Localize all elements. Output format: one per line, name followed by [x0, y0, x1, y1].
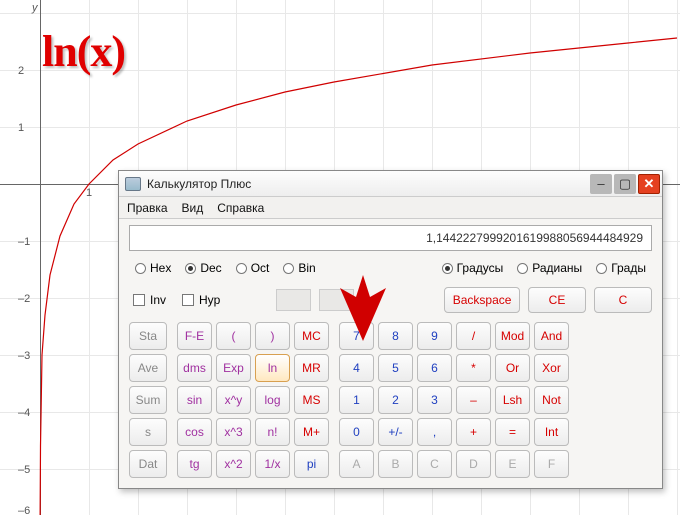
titlebar[interactable]: Калькулятор Плюс – ▢ ✕: [119, 171, 662, 197]
key-mplus[interactable]: M+: [294, 418, 329, 446]
key-4[interactable]: 4: [339, 354, 374, 382]
key-subtract[interactable]: –: [456, 386, 491, 414]
key-7[interactable]: 7: [339, 322, 374, 350]
key-log[interactable]: log: [255, 386, 290, 414]
key-rparen[interactable]: ): [255, 322, 290, 350]
radio-hex[interactable]: Hex: [129, 261, 177, 275]
radio-dec[interactable]: Dec: [179, 261, 227, 275]
minimize-button[interactable]: –: [590, 174, 612, 194]
key-6[interactable]: 6: [417, 354, 452, 382]
key-5[interactable]: 5: [378, 354, 413, 382]
memory-slot: [276, 289, 311, 311]
key-xor[interactable]: Xor: [534, 354, 569, 382]
key-ln[interactable]: ln: [255, 354, 290, 382]
stat-column: Sta Ave Sum s Dat: [129, 322, 167, 478]
options-row: Inv Hyp Backspace CE C: [129, 285, 652, 315]
paren-slot: [319, 289, 354, 311]
key-e[interactable]: E: [495, 450, 530, 478]
key-1[interactable]: 1: [339, 386, 374, 414]
key-sin[interactable]: sin: [177, 386, 212, 414]
window-title: Калькулятор Плюс: [147, 177, 590, 191]
menu-help[interactable]: Справка: [217, 201, 264, 215]
key-exp[interactable]: Exp: [216, 354, 251, 382]
key-nfact[interactable]: n!: [255, 418, 290, 446]
key-plusminus[interactable]: +/-: [378, 418, 413, 446]
chart-title: ln(x): [42, 26, 125, 77]
key-x2[interactable]: x^2: [216, 450, 251, 478]
maximize-button[interactable]: ▢: [614, 174, 636, 194]
key-ms[interactable]: MS: [294, 386, 329, 414]
key-d[interactable]: D: [456, 450, 491, 478]
key-2[interactable]: 2: [378, 386, 413, 414]
key-fe[interactable]: F-E: [177, 322, 212, 350]
key-add[interactable]: +: [456, 418, 491, 446]
check-hyp[interactable]: Hyp: [178, 293, 224, 307]
key-xy[interactable]: x^y: [216, 386, 251, 414]
key-multiply[interactable]: *: [456, 354, 491, 382]
key-sum[interactable]: Sum: [129, 386, 167, 414]
key-tg[interactable]: tg: [177, 450, 212, 478]
key-lsh[interactable]: Lsh: [495, 386, 530, 414]
key-and[interactable]: And: [534, 322, 569, 350]
app-icon: [125, 177, 141, 191]
key-pi[interactable]: pi: [294, 450, 329, 478]
key-mod[interactable]: Mod: [495, 322, 530, 350]
key-3[interactable]: 3: [417, 386, 452, 414]
radio-degrees[interactable]: Градусы: [436, 261, 510, 275]
key-mc[interactable]: MC: [294, 322, 329, 350]
ce-button[interactable]: CE: [528, 287, 586, 313]
key-int[interactable]: Int: [534, 418, 569, 446]
key-9[interactable]: 9: [417, 322, 452, 350]
radio-oct[interactable]: Oct: [230, 261, 276, 275]
key-comma[interactable]: ,: [417, 418, 452, 446]
number-system-row: Hex Dec Oct Bin Градусы Радианы Грады: [129, 256, 652, 280]
keypad: Sta Ave Sum s Dat F-E ( ) MC dms Exp ln: [129, 322, 652, 478]
key-c-hex[interactable]: C: [417, 450, 452, 478]
calculator-window: Калькулятор Плюс – ▢ ✕ Правка Вид Справк…: [118, 170, 663, 489]
menu-edit[interactable]: Правка: [127, 201, 168, 215]
key-sta[interactable]: Sta: [129, 322, 167, 350]
key-dat[interactable]: Dat: [129, 450, 167, 478]
close-button[interactable]: ✕: [638, 174, 660, 194]
sci-column: F-E ( ) MC dms Exp ln MR sin x^y log MS: [177, 322, 329, 478]
key-ave[interactable]: Ave: [129, 354, 167, 382]
key-not[interactable]: Not: [534, 386, 569, 414]
backspace-button[interactable]: Backspace: [444, 287, 520, 313]
key-equals[interactable]: =: [495, 418, 530, 446]
key-f[interactable]: F: [534, 450, 569, 478]
key-lparen[interactable]: (: [216, 322, 251, 350]
key-b[interactable]: B: [378, 450, 413, 478]
key-or[interactable]: Or: [495, 354, 530, 382]
c-button[interactable]: C: [594, 287, 652, 313]
radio-grads[interactable]: Грады: [590, 261, 652, 275]
key-dms[interactable]: dms: [177, 354, 212, 382]
key-mr[interactable]: MR: [294, 354, 329, 382]
key-divide[interactable]: /: [456, 322, 491, 350]
key-x3[interactable]: x^3: [216, 418, 251, 446]
key-8[interactable]: 8: [378, 322, 413, 350]
radio-bin[interactable]: Bin: [277, 261, 321, 275]
numeric-column: 7 8 9 / Mod And 4 5 6 * Or Xor 1 2: [339, 322, 569, 478]
menubar: Правка Вид Справка: [119, 197, 662, 219]
key-0[interactable]: 0: [339, 418, 374, 446]
key-1x[interactable]: 1/x: [255, 450, 290, 478]
menu-view[interactable]: Вид: [182, 201, 204, 215]
key-cos[interactable]: cos: [177, 418, 212, 446]
check-inv[interactable]: Inv: [129, 293, 170, 307]
display: 1,1442227999201619988056944484929: [129, 225, 652, 251]
radio-radians[interactable]: Радианы: [511, 261, 588, 275]
key-s[interactable]: s: [129, 418, 167, 446]
key-a[interactable]: A: [339, 450, 374, 478]
